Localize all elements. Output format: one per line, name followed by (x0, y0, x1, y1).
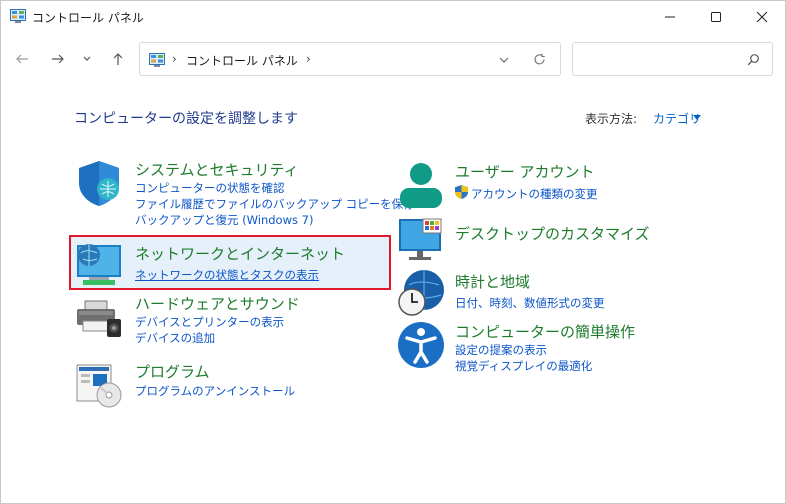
link-backup-restore[interactable]: バックアップと復元 (Windows 7) (135, 212, 313, 228)
accessibility-icon[interactable] (397, 321, 445, 369)
link-get-recommendations[interactable]: 設定の提案の表示 (455, 342, 547, 358)
back-button[interactable] (11, 48, 33, 70)
breadcrumb-separator[interactable]: › (172, 52, 177, 66)
control-panel-icon (149, 53, 165, 67)
category-clock-region: 時計と地域 日付、時刻、数値形式の変更 (397, 269, 697, 317)
arrow-up-icon (113, 53, 123, 65)
minimize-button[interactable] (647, 1, 693, 32)
category-appearance: デスクトップのカスタマイズ (397, 215, 697, 263)
category-title[interactable]: コンピューターの簡単操作 (455, 321, 635, 342)
chevron-down-icon (83, 56, 91, 61)
link-check-status[interactable]: コンピューターの状態を確認 (135, 180, 285, 196)
control-panel-window: コントロール パネル › コントロール パネル › コンピューターの設定を調整し… (0, 0, 786, 504)
view-by-label: 表示方法: (585, 112, 638, 126)
category-user-accounts: ユーザー アカウント アカウントの種類の変更 (397, 161, 697, 209)
arrow-right-icon (52, 54, 64, 64)
search-icon[interactable] (747, 53, 760, 66)
category-title[interactable]: ネットワークとインターネット (135, 243, 345, 264)
printer-icon[interactable] (75, 293, 123, 341)
link-uninstall-program[interactable]: プログラムのアンインストール (135, 383, 295, 399)
category-hardware-sound: ハードウェアとサウンド デバイスとプリンターの表示 デバイスの追加 (75, 293, 375, 349)
category-programs: プログラム プログラムのアンインストール (75, 361, 375, 409)
category-title[interactable]: ハードウェアとサウンド (135, 293, 300, 314)
window-title: コントロール パネル (32, 11, 144, 25)
maximize-button[interactable] (693, 1, 739, 32)
forward-button[interactable] (47, 48, 69, 70)
arrow-left-icon (16, 54, 28, 64)
network-globe-icon[interactable] (75, 241, 123, 289)
breadcrumb-separator[interactable]: › (306, 52, 311, 66)
link-date-time-format[interactable]: 日付、時刻、数値形式の変更 (455, 295, 605, 311)
category-title[interactable]: システムとセキュリティ (135, 159, 299, 180)
link-devices-printers[interactable]: デバイスとプリンターの表示 (135, 314, 284, 330)
category-ease-of-access: コンピューターの簡単操作 設定の提案の表示 視覚ディスプレイの最適化 (397, 321, 697, 373)
minimize-icon (665, 16, 675, 17)
maximize-icon (711, 11, 721, 22)
page-title: コンピューターの設定を調整します (74, 111, 298, 127)
category-title[interactable]: プログラム (135, 361, 210, 382)
recent-locations-button[interactable] (78, 48, 96, 70)
search-input[interactable] (581, 49, 741, 69)
desktop-monitor-icon[interactable] (397, 215, 445, 263)
address-bar[interactable]: › コントロール パネル › (139, 42, 561, 76)
navigation-bar: › コントロール パネル › (1, 41, 785, 77)
control-panel-icon (10, 9, 26, 23)
category-title[interactable]: ユーザー アカウント (455, 161, 594, 182)
category-network-internet: ネットワークとインターネット ネットワークの状態とタスクの表示 (75, 241, 375, 287)
title-bar: コントロール パネル (1, 1, 785, 32)
uac-shield-icon (455, 185, 468, 199)
link-network-status[interactable]: ネットワークの状態とタスクの表示 (135, 267, 319, 283)
clock-globe-icon[interactable] (397, 269, 445, 317)
category-title[interactable]: デスクトップのカスタマイズ (455, 223, 650, 244)
link-optimize-display[interactable]: 視覚ディスプレイの最適化 (455, 358, 592, 374)
link-file-history[interactable]: ファイル履歴でファイルのバックアップ コピーを保存 (135, 196, 415, 212)
up-button[interactable] (107, 48, 129, 70)
close-icon (756, 11, 768, 22)
refresh-icon[interactable] (533, 53, 546, 66)
category-title[interactable]: 時計と地域 (455, 271, 530, 292)
breadcrumb-control-panel[interactable]: コントロール パネル (186, 52, 298, 69)
programs-icon[interactable] (75, 361, 123, 409)
link-change-account-type[interactable]: アカウントの種類の変更 (471, 186, 598, 202)
category-system-security: システムとセキュリティ コンピューターの状態を確認 ファイル履歴でファイルのバッ… (75, 159, 415, 229)
close-button[interactable] (739, 1, 785, 32)
shield-icon[interactable] (75, 159, 123, 207)
user-icon[interactable] (397, 161, 445, 209)
search-box[interactable] (572, 42, 773, 76)
link-add-device[interactable]: デバイスの追加 (135, 330, 215, 346)
caret-down-icon[interactable] (693, 115, 701, 121)
address-dropdown-icon[interactable] (498, 54, 510, 66)
